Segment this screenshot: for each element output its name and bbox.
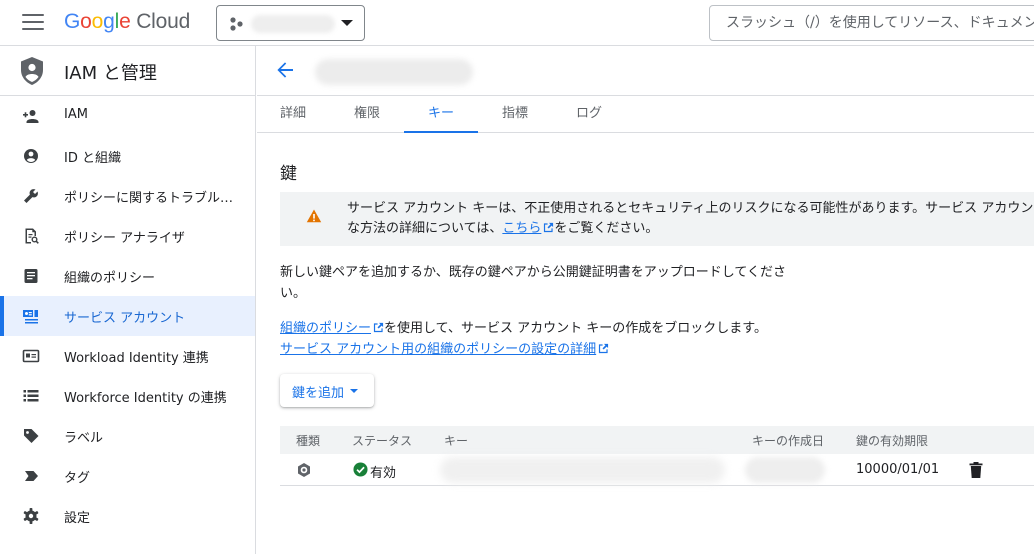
key-type-icon (298, 463, 310, 477)
warning-text-line1: サービス アカウント キーは、不正使用されるとセキュリティ上のリスクになる可能性… (347, 201, 1034, 216)
redacted-service-account-name (315, 59, 473, 85)
sidebar-item-labels[interactable]: ラベル (0, 416, 255, 456)
tab-permissions[interactable]: 権限 (331, 96, 403, 133)
account-circle-icon (24, 149, 38, 163)
sidebar-item-policy-analyzer[interactable]: ポリシー アナライザ (0, 216, 255, 256)
list-icon (23, 390, 39, 402)
wrench-icon (24, 189, 38, 203)
product-title: IAM と管理 (64, 63, 157, 84)
check-circle-icon (353, 462, 368, 477)
sidebar: IAM と管理 IAM ID と組織 ポリシーに関するトラブル… ポリシー アナ… (0, 46, 256, 554)
sidebar-item-service-accounts[interactable]: サービス アカウント (0, 296, 255, 336)
external-link-icon (544, 222, 554, 233)
caret-down-icon (350, 389, 358, 393)
add-key-button[interactable]: 鍵を追加 (280, 374, 374, 407)
column-key: キー (444, 434, 469, 448)
project-icon (230, 17, 243, 31)
sidebar-item-workload-identity[interactable]: Workload Identity 連携 (0, 336, 255, 376)
back-arrow-icon[interactable] (275, 60, 295, 80)
project-picker[interactable] (216, 5, 365, 41)
shield-icon (21, 57, 43, 85)
tab-bar: 詳細 権限 キー 指標 ログ (257, 96, 1034, 133)
person-add-icon (23, 110, 39, 123)
warning-text-line2: な方法の詳細については、こちら をご覧ください。 (347, 221, 659, 236)
label-icon (24, 429, 39, 443)
sidebar-item-workforce-identity[interactable]: Workforce Identity の連携 (0, 376, 255, 416)
redacted-created-date (745, 457, 825, 483)
tab-metrics[interactable]: 指標 (478, 96, 552, 133)
tab-keys[interactable]: キー (404, 96, 478, 133)
status-text: 有効 (370, 466, 397, 481)
column-type: 種類 (296, 434, 321, 448)
keys-description: 新しい鍵ペアを追加するか、既存の鍵ペアから公開鍵証明書をアップロードしてください… (280, 265, 786, 301)
sidebar-item-settings[interactable]: 設定 (0, 496, 255, 536)
redacted-key-id (440, 457, 725, 483)
top-bar: Google Cloud (0, 0, 1034, 46)
sidebar-item-iam[interactable]: IAM (0, 96, 255, 136)
main-content: 詳細 権限 キー 指標 ログ 鍵 サービス アカウント キーは、不正使用されると… (257, 46, 1034, 554)
sidebar-header: IAM と管理 (0, 46, 255, 96)
tab-details[interactable]: 詳細 (257, 96, 329, 133)
section-title: 鍵 (280, 164, 297, 184)
tab-logs[interactable]: ログ (553, 96, 625, 133)
page-title-bar (257, 46, 1034, 96)
search-input[interactable] (710, 6, 1034, 40)
search-box[interactable] (709, 5, 1034, 41)
sidebar-item-tags[interactable]: タグ (0, 456, 255, 496)
sidebar-item-policy-troubleshooter[interactable]: ポリシーに関するトラブル… (0, 176, 255, 216)
policy-analyzer-icon (25, 228, 39, 244)
sidebar-item-identity-org[interactable]: ID と組織 (0, 136, 255, 176)
external-link-icon (599, 343, 609, 354)
menu-icon[interactable] (22, 14, 44, 32)
learn-more-link[interactable]: こちら (502, 221, 541, 236)
warning-banner: サービス アカウント キーは、不正使用されるとセキュリティ上のリスクになる可能性… (280, 192, 1034, 246)
warning-icon (306, 209, 322, 223)
tag-icon (25, 471, 38, 481)
trash-icon[interactable] (969, 462, 983, 478)
document-icon (24, 269, 38, 283)
org-policy-link[interactable]: 組織のポリシー (280, 321, 371, 336)
id-card-icon (22, 349, 40, 363)
policy-info: 組織のポリシー を使用して、サービス アカウント キーの作成をブロックします。 サ… (280, 321, 767, 357)
org-policy-details-link[interactable]: サービス アカウント用の組織のポリシーの設定の詳細 (280, 342, 596, 357)
redacted-project-name (251, 15, 335, 33)
table-row: 有効 10000/01/01 (280, 454, 1034, 486)
expiry-date: 10000/01/01 (856, 462, 940, 477)
keys-table: 種類 ステータス キー キーの作成日 鍵の有効期限 有効 10000/01/01 (280, 426, 1034, 486)
table-header: 種類 ステータス キー キーの作成日 鍵の有効期限 (280, 426, 1034, 454)
gear-icon (23, 508, 39, 524)
chevron-down-icon (341, 20, 353, 26)
sidebar-item-org-policies[interactable]: 組織のポリシー (0, 256, 255, 296)
service-account-icon (23, 310, 38, 324)
google-cloud-logo[interactable]: Google Cloud (64, 10, 190, 34)
column-status: ステータス (352, 434, 413, 448)
column-created: キーの作成日 (752, 434, 825, 448)
column-expiry: 鍵の有効期限 (856, 434, 929, 448)
external-link-icon (373, 322, 384, 333)
